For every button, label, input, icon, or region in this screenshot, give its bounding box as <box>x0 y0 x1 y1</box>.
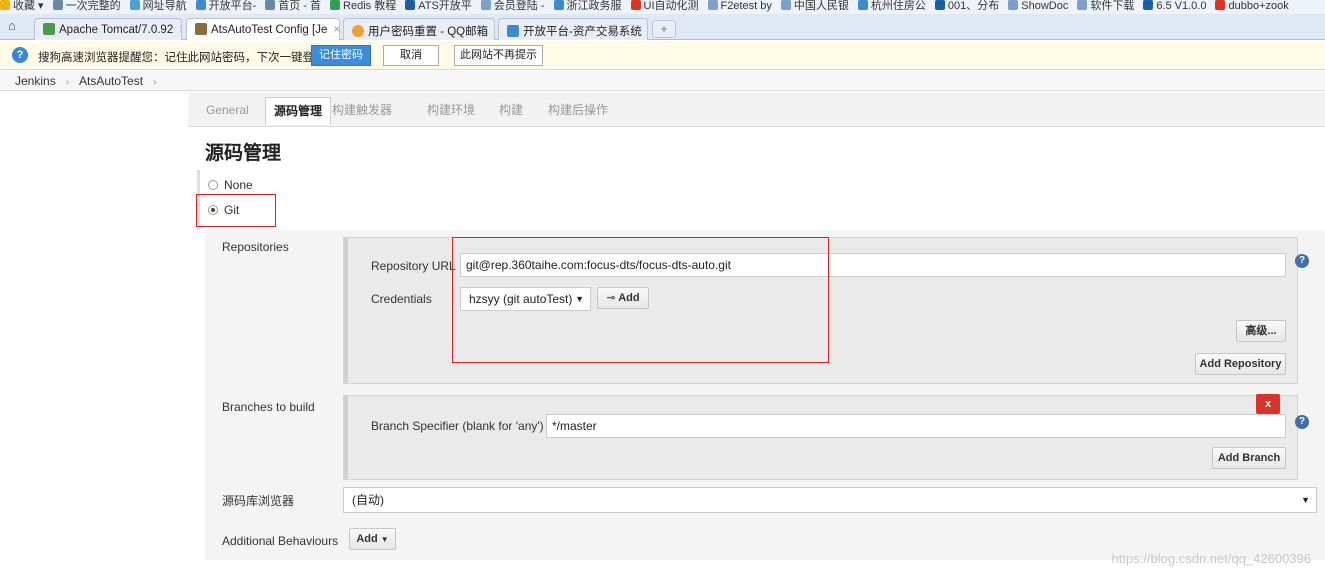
branches-label: Branches to build <box>222 400 315 414</box>
home-icon[interactable]: ⌂ <box>8 19 22 33</box>
bookmark-item[interactable]: UI自动化测 <box>630 0 699 12</box>
bookmark-item[interactable]: 杭州住房公 <box>857 0 926 12</box>
bookmark-item[interactable]: Redis 教程 <box>330 0 396 12</box>
redis-icon <box>330 0 341 10</box>
bookmark-item[interactable]: 浙江政务服 <box>553 0 622 12</box>
bookmark-item[interactable]: dubbo+zook <box>1215 0 1289 12</box>
link-icon <box>52 0 63 10</box>
repositories-label: Repositories <box>222 240 289 254</box>
caret-down-icon: ▼ <box>380 535 389 544</box>
add-repository-button[interactable]: Add Repository <box>1195 353 1286 375</box>
browser-tab-qqmail[interactable]: 用户密码重置 - QQ邮箱× <box>343 18 495 40</box>
bookmark-item[interactable]: 开放平台- <box>195 0 256 12</box>
repo-browser-select[interactable]: (自动) ▼ <box>343 487 1317 513</box>
browser-tab-jenkins[interactable]: AtsAutoTest Config [Je × <box>186 18 340 40</box>
tomcat-icon <box>43 23 55 35</box>
page-icon <box>1077 0 1088 10</box>
highlight-box-git <box>196 194 276 227</box>
key-icon: ? <box>12 47 28 63</box>
jenkins-icon <box>195 23 207 35</box>
add-branch-button[interactable]: Add Branch <box>1212 447 1286 469</box>
bookmark-item[interactable]: 一次完整的 <box>52 0 121 12</box>
chevron-right-icon: › <box>65 77 70 88</box>
browser-tab-tomcat[interactable]: Apache Tomcat/7.0.92× <box>34 18 182 40</box>
new-tab-button[interactable]: + <box>652 20 676 38</box>
remember-password-button[interactable]: 记住密码 <box>311 45 371 66</box>
section-title: 源码管理 <box>205 143 282 164</box>
tab-post-build[interactable]: 构建后操作 <box>540 97 616 125</box>
link-icon <box>265 0 276 10</box>
tab-build[interactable]: 构建 <box>491 97 531 125</box>
star-icon <box>0 0 10 10</box>
bookmark-item[interactable]: 会员登陆 - <box>480 0 545 12</box>
scm-none-option[interactable]: None <box>208 178 253 192</box>
tab-scm[interactable]: 源码管理 <box>265 97 332 125</box>
add-behaviour-button[interactable]: Add ▼ <box>349 528 396 550</box>
breadcrumb: Jenkins › AtsAutoTest › <box>0 71 1325 91</box>
page-icon <box>707 0 718 10</box>
bookmark-item[interactable]: 收藏 ▾ <box>0 0 44 12</box>
csdn-icon <box>1215 0 1226 10</box>
bookmark-item[interactable]: 6.5 V1.0.0 <box>1143 0 1206 12</box>
branch-specifier-label: Branch Specifier (blank for 'any') <box>371 419 544 433</box>
close-icon[interactable]: × <box>333 24 339 36</box>
delete-branch-button[interactable]: x <box>1256 394 1280 414</box>
x-logo-icon <box>405 0 416 10</box>
close-icon[interactable]: × <box>494 26 495 38</box>
bookmark-item[interactable]: 软件下载 <box>1077 0 1134 12</box>
watermark: https://blog.csdn.net/qq_42600396 <box>1111 551 1312 566</box>
platform-icon <box>195 0 206 10</box>
help-icon[interactable]: ? <box>1295 415 1309 429</box>
qqmail-icon <box>352 25 364 37</box>
gov-icon <box>553 0 564 10</box>
chevron-right-icon: › <box>153 77 157 88</box>
bookmark-item[interactable]: ShowDoc <box>1008 0 1068 12</box>
close-icon[interactable]: × <box>179 24 181 36</box>
tab-build-environment[interactable]: 构建环境 <box>419 97 483 125</box>
bookmarks-bar: 收藏 ▾ 一次完整的 网址导航 开放平台- 首页 - 首 Redis 教程 ATS开放平 会员… <box>0 0 1325 14</box>
browser-tab-strip: ⌂ Apache Tomcat/7.0.92× AtsAutoTest Conf… <box>0 14 1325 40</box>
bookmark-item[interactable]: 001、分布 <box>934 0 999 12</box>
bookmark-item[interactable]: ATS开放平 <box>405 0 472 12</box>
globe-icon <box>129 0 140 10</box>
csdn-icon <box>630 0 641 10</box>
caret-down-icon: ▼ <box>1301 495 1310 505</box>
help-icon[interactable]: ? <box>1295 254 1309 268</box>
gov-icon <box>857 0 868 10</box>
breadcrumb-job[interactable]: AtsAutoTest <box>79 74 143 88</box>
bookmark-item[interactable]: F2etest by <box>707 0 772 12</box>
page-icon <box>1008 0 1019 10</box>
breadcrumb-jenkins[interactable]: Jenkins <box>15 74 56 88</box>
config-tab-bar: General 源码管理 构建触发器 构建环境 构建 构建后操作 <box>188 93 1325 127</box>
never-prompt-button[interactable]: 此网站不再提示 <box>454 45 543 66</box>
x-logo-icon <box>1143 0 1154 10</box>
advanced-button[interactable]: 高级... <box>1236 320 1286 342</box>
x-logo-icon <box>934 0 945 10</box>
tab-general[interactable]: General <box>198 97 257 125</box>
password-save-message: 搜狗高速浏览器提醒您：记住此网站密码，下次一键登录！ <box>38 52 337 64</box>
credentials-label: Credentials <box>371 292 432 306</box>
password-save-bar: ? 搜狗高速浏览器提醒您：记住此网站密码，下次一键登录！ 记住密码 取消 此网站… <box>0 41 1325 70</box>
bookmark-item[interactable]: 中国人民银 <box>780 0 849 12</box>
bookmark-item[interactable]: 首页 - 首 <box>265 0 321 12</box>
tab-build-triggers[interactable]: 构建触发器 <box>324 97 400 125</box>
page-icon <box>780 0 791 10</box>
cancel-button[interactable]: 取消 <box>383 45 439 66</box>
bookmark-item[interactable]: 网址导航 <box>129 0 187 12</box>
repository-url-label: Repository URL <box>371 259 456 273</box>
page-icon <box>480 0 491 10</box>
platform-icon <box>507 25 519 37</box>
branch-specifier-input[interactable]: */master <box>546 414 1286 438</box>
highlight-box-repository <box>452 237 829 363</box>
additional-behaviours-label: Additional Behaviours <box>222 534 339 548</box>
radio-none[interactable] <box>208 180 218 190</box>
browser-tab-platform[interactable]: 开放平台-资产交易系统× <box>498 18 648 40</box>
repo-browser-label: 源码库浏览器 <box>222 494 295 508</box>
